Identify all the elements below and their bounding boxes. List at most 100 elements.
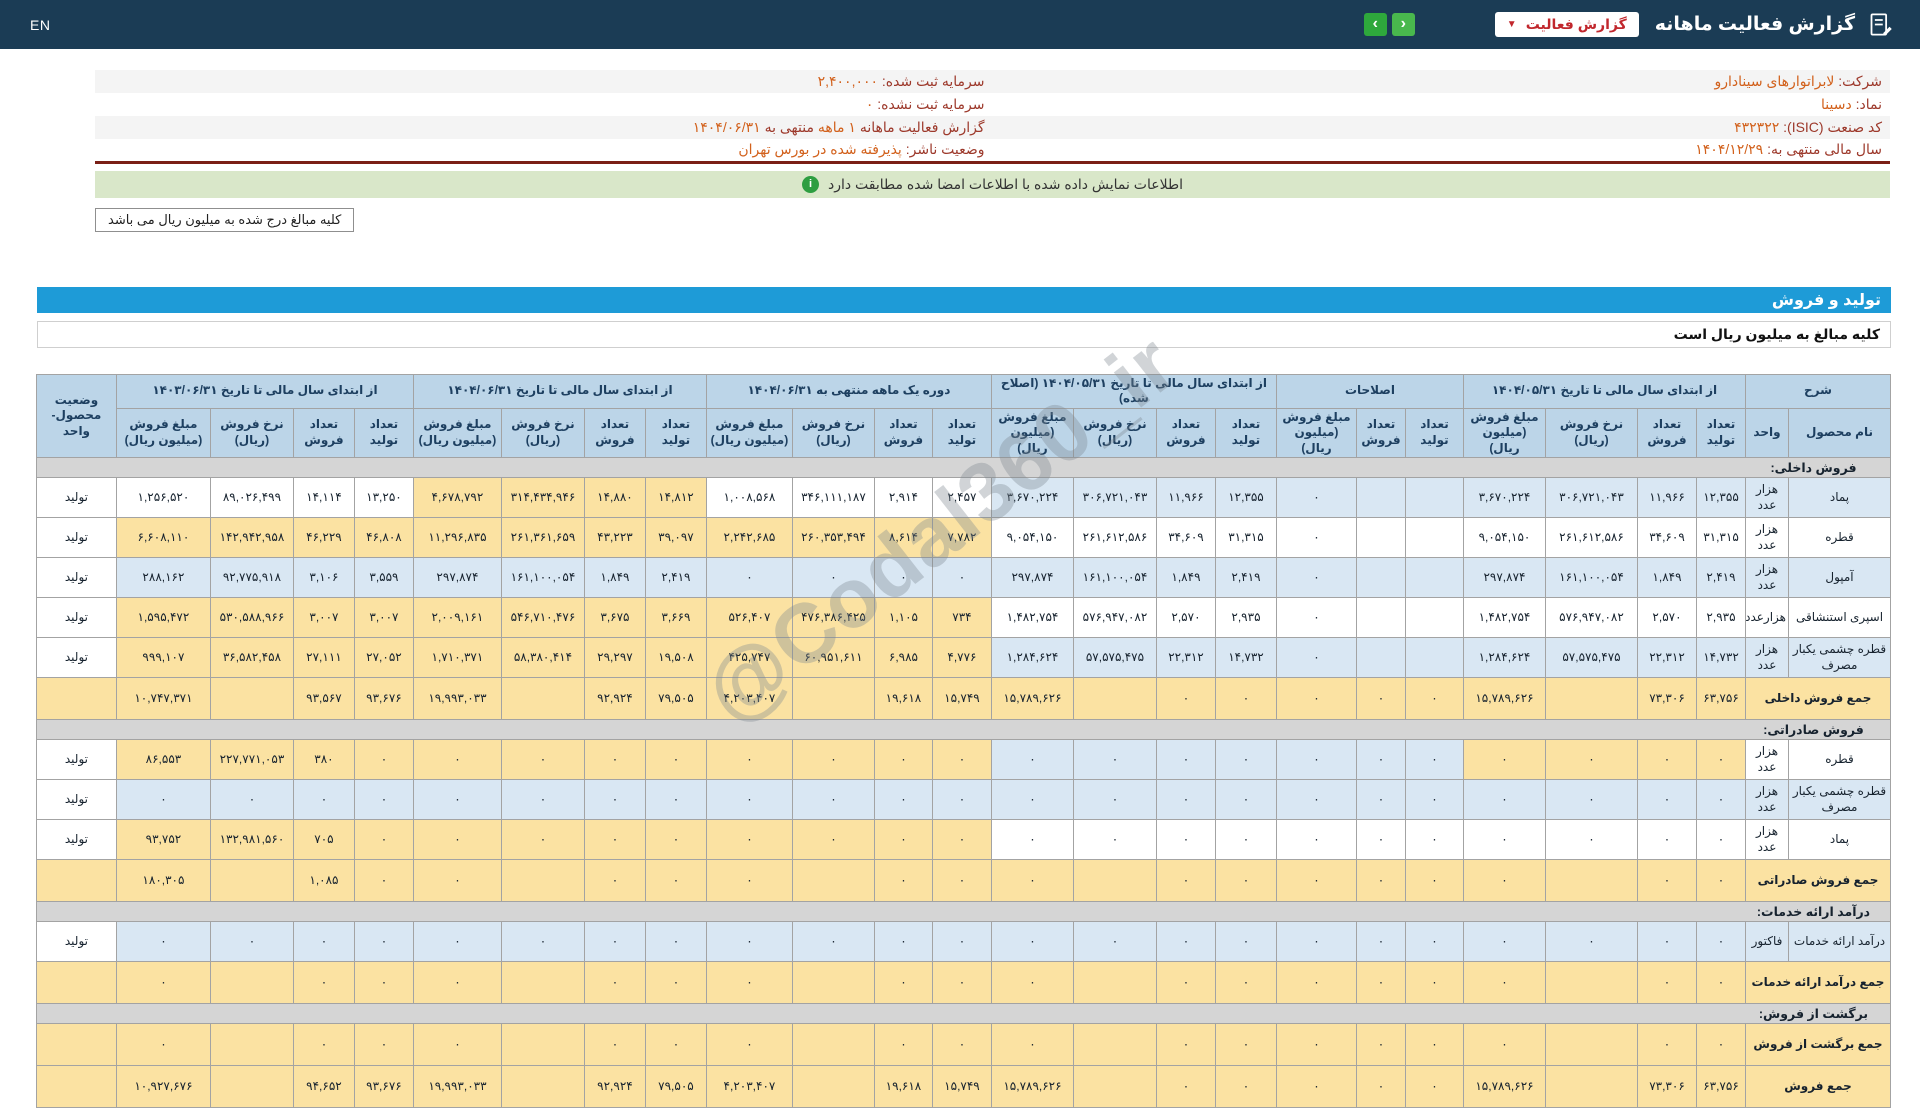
- value-cell: ۰: [584, 860, 645, 902]
- value-cell: ۰: [1637, 962, 1696, 1004]
- product-status-cell: [36, 678, 116, 720]
- previous-report-button[interactable]: ‹: [1392, 13, 1415, 36]
- value-cell: ۰: [1405, 1066, 1463, 1108]
- production-sales-section-header: تولید و فروش: [37, 287, 1891, 313]
- value-cell: ۰: [1276, 780, 1356, 820]
- value-cell: ۱۴,۸۱۲: [645, 478, 706, 518]
- report-type-dropdown[interactable]: گزارش فعالیت ▼: [1495, 12, 1639, 37]
- value-cell: ۰: [210, 780, 293, 820]
- product-status-cell: تولید: [36, 558, 116, 598]
- value-cell: ۰: [1156, 740, 1215, 780]
- product-name-cell: قطره چشمی یکبار مصرف: [1789, 780, 1891, 820]
- value-cell: ۰: [584, 1024, 645, 1066]
- value-cell: ۹۲,۹۲۴: [584, 678, 645, 720]
- value-cell: ۰: [874, 1024, 932, 1066]
- value-cell: ۰: [706, 860, 792, 902]
- value-cell: [210, 1024, 293, 1066]
- column-header: نرخ فروش (ریال): [1073, 408, 1156, 458]
- value-cell: ۰: [645, 1024, 706, 1066]
- production-sales-table: شرحاز ابتدای سال مالی تا تاریخ ۱۴۰۴/۰۵/۳…: [36, 374, 1891, 1108]
- value-cell: ۰: [1696, 780, 1745, 820]
- value-cell: ۰: [584, 922, 645, 962]
- language-toggle-en[interactable]: EN: [30, 17, 50, 33]
- value-cell: ۰: [354, 962, 413, 1004]
- value-cell: ۰: [413, 962, 501, 1004]
- product-name-cell: درآمد ارائه خدمات: [1789, 922, 1891, 962]
- value-cell: [210, 962, 293, 1004]
- unit-cell: هزار عدد: [1745, 518, 1788, 558]
- value-cell: ۱۳۲,۹۸۱,۵۶۰: [210, 820, 293, 860]
- product-status-cell: [36, 1024, 116, 1066]
- next-report-button[interactable]: ›: [1364, 13, 1387, 36]
- column-header: واحد: [1745, 408, 1788, 458]
- value-cell: ۰: [991, 922, 1073, 962]
- section-row: فروش داخلی:: [36, 458, 1890, 478]
- value-cell: ۰: [501, 780, 584, 820]
- unit-cell: هزار عدد: [1745, 558, 1788, 598]
- value-cell: ۰: [874, 962, 932, 1004]
- value-cell: ۷۹,۵۰۵: [645, 1066, 706, 1108]
- value-cell: ۲۹۷,۸۷۴: [1463, 558, 1545, 598]
- value-cell: [1356, 478, 1405, 518]
- value-cell: ۱,۱۰۵: [874, 598, 932, 638]
- value-cell: ۰: [1215, 740, 1276, 780]
- value-cell: ۹۴,۶۵۲: [293, 1066, 354, 1108]
- value-cell: ۰: [413, 740, 501, 780]
- column-header-product-status: وضعیت محصول-واحد: [36, 374, 116, 458]
- value-cell: ۰: [932, 820, 991, 860]
- value-cell: ۰: [1276, 558, 1356, 598]
- value-cell: ۰: [1156, 922, 1215, 962]
- value-cell: ۰: [1276, 740, 1356, 780]
- value-cell: ۰: [1637, 922, 1696, 962]
- table-row: قطره چشمی یکبار مصرفهزار عدد۱۴,۷۳۲۲۲,۳۱۲…: [36, 638, 1890, 678]
- value-cell: [1073, 1024, 1156, 1066]
- value-cell: ۱۶۱,۱۰۰,۰۵۴: [501, 558, 584, 598]
- product-status-cell: تولید: [36, 598, 116, 638]
- column-header: مبلغ فروش (میلیون ریال): [1463, 408, 1545, 458]
- value-cell: ۰: [1215, 1066, 1276, 1108]
- value-cell: ۰: [1156, 678, 1215, 720]
- info-icon: i: [802, 176, 819, 193]
- value-cell: [210, 1066, 293, 1108]
- section-row: برگشت از فروش:: [36, 1004, 1890, 1024]
- value-cell: ۰: [413, 1024, 501, 1066]
- value-cell: ۰: [1696, 820, 1745, 860]
- product-name-cell: اسپری استنشاقی: [1789, 598, 1891, 638]
- value-cell: ۰: [1356, 1024, 1405, 1066]
- product-name-cell: پماد: [1789, 820, 1891, 860]
- report-period-cell: گزارش فعالیت ماهانه ۱ ماهه منتهی به ۱۴۰۴…: [95, 116, 993, 139]
- sum-row: جمع فروش صادراتی۰۰۰۰۰۰۰۰۰۰۰۰۰۰۰۰۱,۰۸۵۱۸۰…: [36, 860, 1890, 902]
- value-cell: [501, 1024, 584, 1066]
- value-cell: ۰: [1276, 678, 1356, 720]
- value-cell: [501, 1066, 584, 1108]
- value-cell: ۹۹۹,۱۰۷: [116, 638, 210, 678]
- column-header: تعداد فروش: [1356, 408, 1405, 458]
- value-cell: [1073, 1066, 1156, 1108]
- value-cell: ۴۷۶,۳۸۶,۴۲۵: [792, 598, 874, 638]
- value-cell: ۰: [1356, 922, 1405, 962]
- report-nav-buttons: ‹ ›: [1364, 13, 1415, 36]
- value-cell: ۰: [706, 962, 792, 1004]
- value-cell: [501, 678, 584, 720]
- column-group-header: از ابتدای سال مالی تا تاریخ ۱۴۰۴/۰۶/۳۱: [413, 374, 706, 408]
- value-cell: ۲۲,۳۱۲: [1156, 638, 1215, 678]
- value-cell: ۰: [1637, 1024, 1696, 1066]
- report-type-dropdown-label: گزارش فعالیت: [1526, 16, 1627, 33]
- value-cell: ۰: [584, 780, 645, 820]
- value-cell: ۲۲۷,۷۷۱,۰۵۳: [210, 740, 293, 780]
- sum-row: جمع درآمد ارائه خدمات۰۰۰۰۰۰۰۰۰۰۰۰۰۰۰۰۰۰: [36, 962, 1890, 1004]
- value-cell: ۹,۰۵۴,۱۵۰: [1463, 518, 1545, 558]
- value-cell: ۰: [1356, 740, 1405, 780]
- value-cell: ۵۷۶,۹۴۷,۰۸۲: [1073, 598, 1156, 638]
- section-cell: فروش داخلی:: [36, 458, 1890, 478]
- value-cell: ۰: [584, 740, 645, 780]
- value-cell: [792, 678, 874, 720]
- value-cell: ۰: [706, 820, 792, 860]
- value-cell: ۰: [991, 860, 1073, 902]
- value-cell: ۳,۶۷۰,۲۲۴: [991, 478, 1073, 518]
- value-cell: ۱,۵۹۵,۴۷۲: [116, 598, 210, 638]
- value-cell: [501, 860, 584, 902]
- value-cell: ۲,۹۳۵: [1696, 598, 1745, 638]
- value-cell: ۰: [932, 740, 991, 780]
- value-cell: ۷,۷۸۲: [932, 518, 991, 558]
